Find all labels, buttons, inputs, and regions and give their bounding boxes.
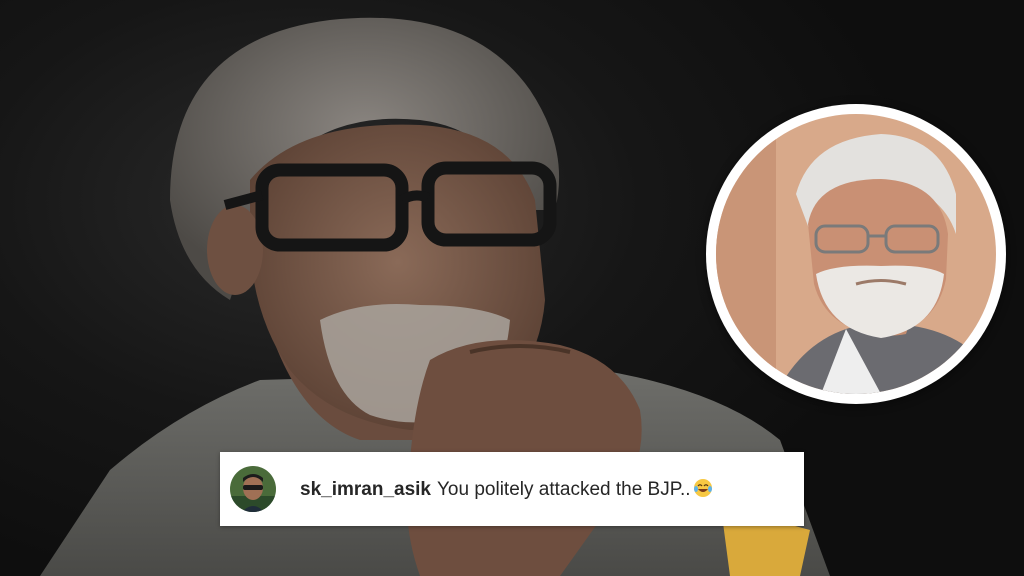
inset-portrait-image <box>716 114 996 394</box>
avatar[interactable] <box>230 466 276 512</box>
comment-body: You politely attacked the BJP.. <box>437 478 691 500</box>
comment-username[interactable]: sk_imran_asik <box>300 479 431 500</box>
background-scene: sk_imran_asik You politely attacked the B… <box>0 0 1024 576</box>
face-with-tears-of-joy-icon <box>693 478 712 497</box>
avatar-image <box>230 466 276 512</box>
comment-text: sk_imran_asik You politely attacked the B… <box>300 478 713 501</box>
comment-card: sk_imran_asik You politely attacked the B… <box>220 452 804 526</box>
inset-portrait <box>706 104 1006 404</box>
